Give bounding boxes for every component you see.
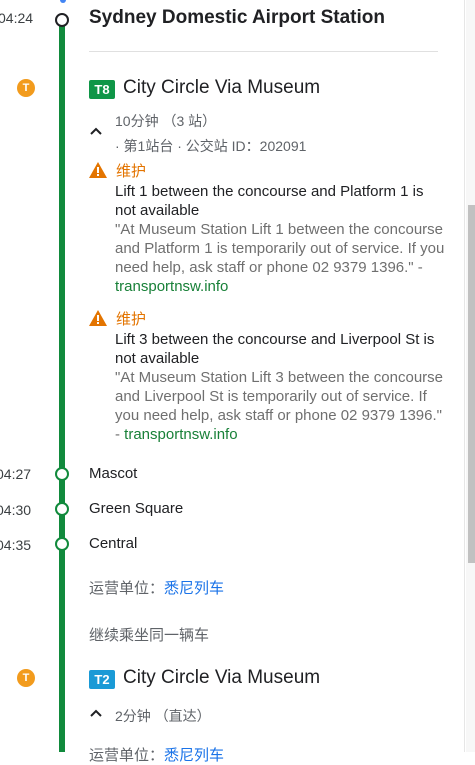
train-line: [59, 20, 65, 752]
warning-icon: [89, 162, 107, 178]
alert-source-link[interactable]: transportnsw.info: [115, 278, 228, 295]
walk-dot: [60, 0, 66, 3]
stop-name[interactable]: Central: [89, 535, 137, 552]
stop-marker: [55, 502, 69, 516]
route-name[interactable]: City Circle Via Museum: [123, 77, 320, 99]
train-icon: T: [17, 79, 35, 97]
origin-station[interactable]: Sydney Domestic Airport Station: [89, 7, 385, 29]
stop-name[interactable]: Mascot: [89, 465, 137, 482]
stop-marker: [55, 537, 69, 551]
panel-edge: [464, 0, 465, 752]
leg-platform: · 第1站台 · 公交站 ID：202091: [115, 138, 307, 154]
warning-icon: [89, 310, 107, 326]
route-name[interactable]: City Circle Via Museum: [123, 667, 320, 689]
chevron-up-icon[interactable]: [89, 124, 103, 138]
stop-time: 04:35: [0, 537, 32, 553]
alert-header: 维护: [89, 160, 146, 180]
origin-stop-marker: [55, 13, 69, 27]
stop-time: 04:27: [0, 466, 32, 482]
scrollbar-thumb[interactable]: [468, 205, 475, 563]
alert-title: Lift 1 between the concourse and Platfor…: [115, 183, 424, 219]
route-badge: T2: [89, 670, 115, 689]
stop-name[interactable]: Green Square: [89, 500, 183, 517]
chevron-up-icon[interactable]: [89, 706, 103, 720]
divider: [89, 51, 438, 52]
leg-duration: 2分钟 （直达）: [115, 708, 211, 724]
leg-duration: 10分钟 （3 站）: [115, 113, 217, 129]
stop-marker: [55, 467, 69, 481]
alert-source-link[interactable]: transportnsw.info: [124, 426, 237, 443]
operator-row: 运营单位：悉尼列车: [89, 747, 225, 764]
alert-title: Lift 3 between the concourse and Liverpo…: [115, 331, 435, 367]
alert-label: 维护: [116, 162, 147, 180]
continue-text: 继续乘坐同一辆车: [89, 627, 210, 644]
train-icon: T: [17, 669, 35, 687]
operator-link[interactable]: 悉尼列车: [164, 747, 224, 764]
alert-header: 维护: [89, 308, 146, 328]
alert-label: 维护: [116, 310, 147, 328]
stop-time: 04:30: [0, 502, 32, 518]
operator-link[interactable]: 悉尼列车: [164, 580, 224, 597]
origin-time: 04:24: [0, 10, 34, 26]
alert-description: "At Museum Station Lift 3 between the co…: [115, 369, 444, 443]
route-badge: T8: [89, 80, 115, 99]
alert-description: "At Museum Station Lift 1 between the co…: [115, 221, 445, 295]
operator-row: 运营单位：悉尼列车: [89, 580, 225, 597]
